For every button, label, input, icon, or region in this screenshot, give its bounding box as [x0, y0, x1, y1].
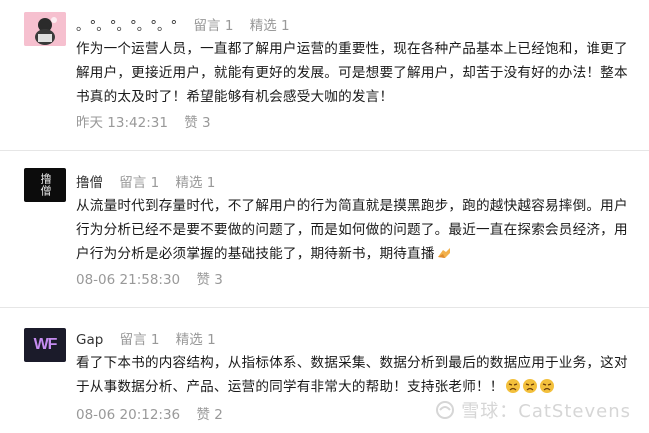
- fist-bump-emoji-icon: [436, 245, 452, 269]
- comment-footer: 08-06 20:12:36 赞 2: [76, 403, 223, 423]
- timestamp: 昨天 13:42:31: [76, 115, 168, 131]
- comment-meta: 。°。°。°。°。° 留言 1 精选 1: [76, 14, 302, 34]
- username[interactable]: 。°。°。°。°。°: [76, 18, 177, 34]
- featured-count: 精选 1: [249, 18, 290, 34]
- avatar-illustration-icon: [24, 12, 66, 46]
- comment-text-content: 从流量时代到存量时代，不了解用户的行为简直就是摸黑跑步，跑的越快越容易摔倒。用户…: [76, 198, 628, 262]
- replies-count[interactable]: 留言 1: [120, 332, 160, 348]
- avatar[interactable]: 撸僧: [24, 168, 66, 202]
- comment-footer: 08-06 21:58:30 赞 3: [76, 268, 223, 288]
- featured-count: 精选 1: [175, 175, 216, 191]
- like-button[interactable]: 赞 2: [196, 407, 222, 423]
- timestamp: 08-06 21:58:30: [76, 272, 181, 288]
- featured-count: 精选 1: [175, 332, 216, 348]
- username[interactable]: 撸僧: [76, 175, 103, 191]
- comment-meta: Gap 留言 1 精选 1: [76, 328, 228, 348]
- avatar[interactable]: [24, 12, 66, 46]
- comment-footer: 昨天 13:42:31 赞 3: [76, 111, 211, 131]
- username[interactable]: Gap: [76, 332, 103, 348]
- replies-count[interactable]: 留言 1: [119, 175, 159, 191]
- like-button[interactable]: 赞 3: [196, 272, 222, 288]
- watermark-text: 雪球：CatStevens: [461, 401, 631, 422]
- avatar[interactable]: WF: [24, 328, 66, 362]
- comment-text: 作为一个运营人员，一直都了解用户运营的重要性，现在各种产品基本上已经饱和，谁更了…: [76, 41, 628, 105]
- replies-count[interactable]: 留言 1: [194, 18, 234, 34]
- timestamp: 08-06 20:12:36: [76, 407, 181, 423]
- divider: [0, 307, 649, 308]
- comment-text: 看了下本书的内容结构，从指标体系、数据采集、数据分析到最后的数据应用于业务，这对…: [76, 351, 636, 402]
- snowball-logo-icon: [435, 400, 455, 420]
- like-button[interactable]: 赞 3: [184, 115, 210, 131]
- comment-text: 从流量时代到存量时代，不了解用户的行为简直就是摸黑跑步，跑的越快越容易摔倒。用户…: [76, 194, 636, 269]
- avatar-text: WF: [33, 336, 58, 353]
- watermark: 雪球：CatStevens: [435, 397, 631, 423]
- comment-meta: 撸僧 留言 1 精选 1: [76, 171, 227, 191]
- avatar-text: 撸僧: [39, 173, 52, 197]
- divider: [0, 150, 649, 151]
